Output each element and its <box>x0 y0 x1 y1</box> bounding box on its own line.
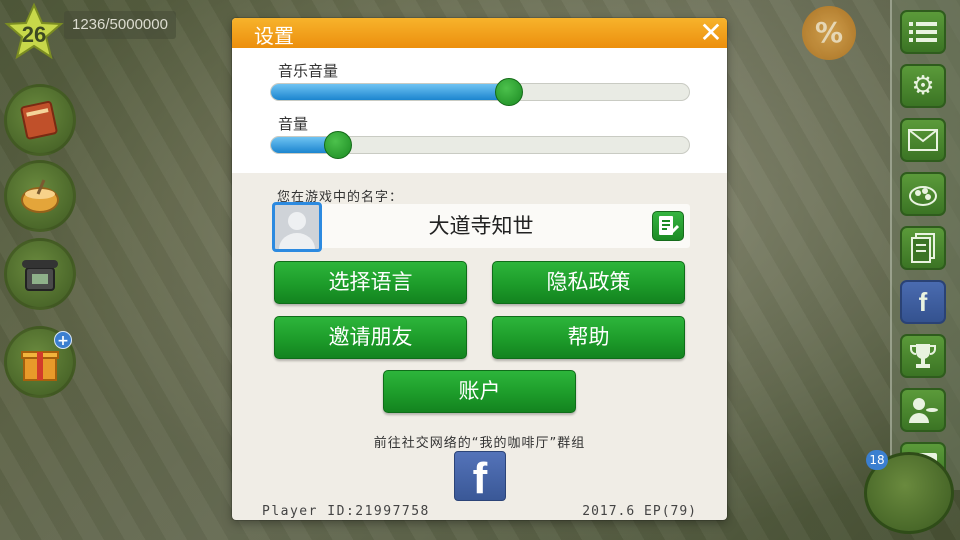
trophy-button[interactable] <box>900 334 946 378</box>
trophy-icon <box>910 344 936 368</box>
food-button[interactable] <box>900 172 946 216</box>
gears-icon: ⚙ <box>911 71 935 101</box>
level-star-badge: 26 <box>4 2 64 62</box>
close-icon: ✕ <box>699 18 723 49</box>
privacy-policy-button[interactable]: 隐私政策 <box>492 261 685 304</box>
volume-panel: 音乐音量 音量 <box>232 48 727 173</box>
documents-icon <box>911 233 935 263</box>
recipe-book-button[interactable] <box>4 84 76 156</box>
account-button[interactable]: 账户 <box>383 370 576 413</box>
menu-list-icon <box>909 22 937 42</box>
cooking-button[interactable] <box>4 160 76 232</box>
help-button[interactable]: 帮助 <box>492 316 685 359</box>
music-volume-knob[interactable] <box>495 78 524 106</box>
avatar-silhouette-icon <box>279 212 315 249</box>
close-button[interactable]: ✕ <box>697 19 725 47</box>
settings-button[interactable]: ⚙ <box>900 64 946 108</box>
sound-volume-slider[interactable] <box>270 131 690 159</box>
sound-volume-label: 音量 <box>278 115 309 133</box>
recipe-book-icon <box>20 100 58 140</box>
edit-document-icon <box>659 216 679 236</box>
food-plate-icon <box>909 186 937 206</box>
telephone-icon <box>22 260 58 291</box>
version-label: 2017.6 EP(79) <box>582 504 697 519</box>
sound-volume-knob[interactable] <box>323 131 352 159</box>
telephone-button[interactable] <box>4 238 76 310</box>
select-language-button[interactable]: 选择语言 <box>274 261 467 304</box>
right-sidebar: ⚙ f <box>890 0 960 490</box>
gift-plus-badge: + <box>54 331 72 349</box>
player-id: Player ID:21997758 <box>262 504 430 519</box>
facebook-icon: f <box>918 286 928 317</box>
music-volume-label: 音乐音量 <box>278 62 339 80</box>
social-group-label: 前往社交网络的“我的咖啡厅”群组 <box>373 436 586 451</box>
cooking-pot-icon <box>21 179 59 213</box>
facebook-sidebar-button[interactable]: f <box>900 280 946 324</box>
mail-button[interactable] <box>900 118 946 162</box>
settings-dialog: 设置 ✕ 音乐音量 音量 您在游戏中的名字： 大道寺知世 选择语言 隐私政策 邀… <box>232 18 727 520</box>
xp-counter: 1236/5000000 <box>64 11 176 39</box>
facebook-group-button[interactable]: f <box>454 451 506 503</box>
documents-button[interactable] <box>900 226 946 270</box>
gift-icon <box>21 351 59 381</box>
music-volume-slider[interactable] <box>270 78 690 106</box>
coffee-count-badge: 18 <box>866 450 888 470</box>
avatar[interactable] <box>272 202 322 252</box>
music-volume-fill <box>271 84 510 100</box>
discount-percent-icon[interactable]: % <box>802 6 856 60</box>
dialog-title: 设置 <box>254 24 294 48</box>
level-number: 26 <box>21 22 47 47</box>
player-name-row: 大道寺知世 <box>272 202 690 252</box>
staff-button[interactable] <box>900 388 946 432</box>
edit-name-button[interactable] <box>652 211 684 241</box>
invite-friends-button[interactable]: 邀请朋友 <box>274 316 467 359</box>
mail-icon <box>908 129 938 151</box>
waiter-icon <box>909 398 938 423</box>
facebook-icon: f <box>472 454 488 503</box>
player-name: 大道寺知世 <box>428 214 534 238</box>
dialog-header: 设置 ✕ <box>232 18 727 48</box>
menu-button[interactable] <box>900 10 946 54</box>
